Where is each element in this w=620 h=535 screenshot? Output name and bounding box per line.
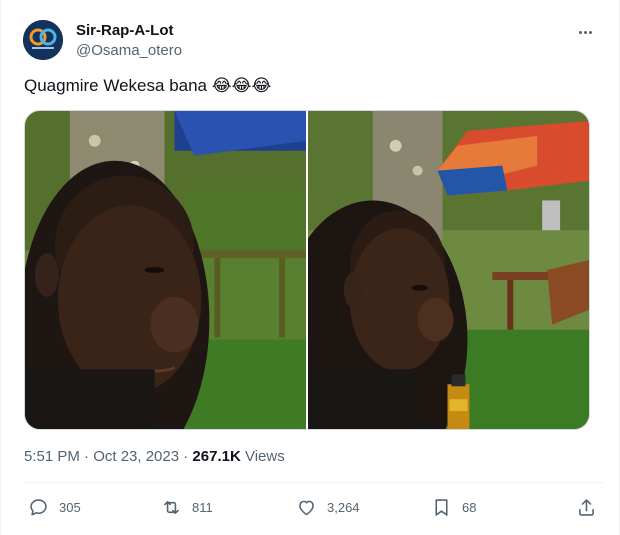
tweet: Sir-Rap-A-Lot @Osama_otero Quagmire Weke…	[0, 0, 620, 535]
share-icon	[579, 498, 594, 516]
laughing-emoji: 😂😂😂	[211, 76, 272, 95]
reply-count: 305	[59, 499, 81, 515]
timestamp[interactable]: 5:51 PM · Oct 23, 2023 ·	[24, 448, 192, 465]
bookmark-count: 68	[462, 499, 477, 515]
action-bar: 305 811 3,264 68	[24, 494, 603, 520]
retweet-button[interactable]: 811	[161, 494, 213, 520]
photo-left[interactable]	[25, 111, 306, 429]
reply-button[interactable]: 305	[28, 494, 81, 520]
more-options-button[interactable]	[571, 20, 599, 44]
photo-right[interactable]	[308, 111, 589, 429]
author-avatar[interactable]	[23, 20, 63, 60]
views-label: Views	[240, 448, 285, 465]
photo-man-left-icon	[25, 111, 306, 429]
like-button[interactable]: 3,264	[296, 494, 360, 520]
divider	[24, 482, 603, 483]
logo-icon	[23, 20, 63, 60]
more-dot	[583, 30, 587, 34]
tweet-text: Quagmire Wekesa bana 😂😂😂	[24, 76, 271, 96]
media-grid	[24, 110, 590, 430]
more-dots-icon	[578, 30, 582, 34]
share-button[interactable]	[576, 494, 597, 520]
retweet-count: 811	[192, 499, 213, 515]
bookmark-icon	[435, 498, 448, 516]
heart-icon	[299, 500, 314, 515]
more-dot	[588, 30, 592, 34]
retweet-icon	[164, 500, 179, 514]
author-handle[interactable]: @Osama_otero	[76, 42, 182, 59]
views-count: 267.1K	[192, 448, 241, 465]
tweet-header: Sir-Rap-A-Lot @Osama_otero	[23, 18, 603, 62]
photo-man-right-icon	[308, 111, 589, 429]
like-count: 3,264	[327, 499, 360, 515]
author-name[interactable]: Sir-Rap-A-Lot	[76, 22, 174, 39]
reply-icon	[30, 498, 47, 516]
bookmark-button[interactable]: 68	[431, 494, 476, 520]
tweet-meta: 5:51 PM · Oct 23, 2023 · 267.1K Views	[24, 448, 285, 465]
tweet-body: Quagmire Wekesa bana	[24, 76, 208, 95]
